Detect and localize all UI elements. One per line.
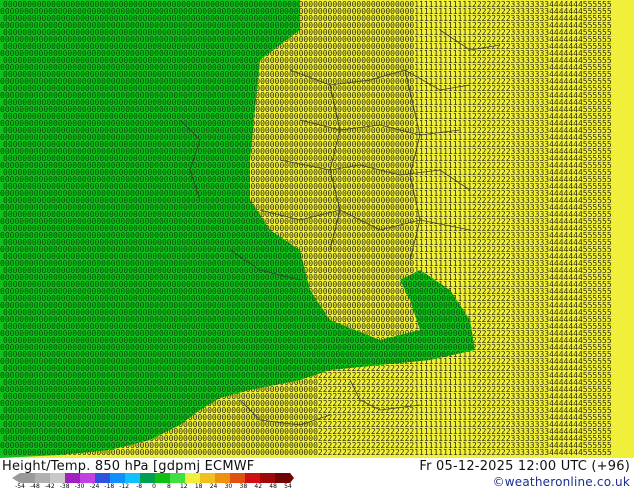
colorbar-swatch: [20, 473, 36, 483]
colorbar-swatch: [245, 473, 261, 483]
colorbar-swatch: [215, 473, 231, 483]
colorbar-tick-label: 0: [152, 483, 156, 490]
colorbar-tick-label: 24: [209, 483, 218, 490]
credit-link[interactable]: ©weatheronline.co.uk: [493, 475, 630, 489]
colorbar-tick-label: 42: [254, 483, 263, 490]
colorbar-tick-label: -30: [74, 483, 85, 490]
valid-time-label: Fr 05-12-2025 12:00 UTC (+96): [419, 459, 630, 474]
colorbar-swatch: [65, 473, 81, 483]
colorbar-swatch: [80, 473, 96, 483]
colorbar-tick-label: -24: [89, 483, 100, 490]
colorbar-tick-label: -42: [44, 483, 55, 490]
colorbar-tick-label: 18: [194, 483, 203, 490]
colorbar-legend: [12, 473, 294, 483]
colorbar-tick-label: 8: [166, 483, 171, 490]
colorbar-swatch: [50, 473, 66, 483]
colorbar-swatch: [185, 473, 201, 483]
colorbar-tick-label: -38: [59, 483, 70, 490]
colorbar-swatch: [155, 473, 171, 483]
weather-map-view: 0000000000000000000000000000000000000000…: [0, 0, 634, 490]
temperature-map: 0000000000000000000000000000000000000000…: [0, 0, 634, 458]
colorbar-tick-label: -18: [104, 483, 115, 490]
colorbar-swatch: [95, 473, 111, 483]
colorbar-tick-label: 30: [224, 483, 233, 490]
colorbar-arrow-left: [12, 473, 20, 483]
colorbar-tick-label: 12: [179, 483, 188, 490]
colorbar-swatch: [230, 473, 246, 483]
colorbar-tick-label: 48: [269, 483, 277, 490]
colorbar-swatch: [275, 473, 291, 483]
colorbar-swatch: [110, 473, 126, 483]
colorbar-swatch: [140, 473, 156, 483]
colorbar-tick-label: 38: [239, 483, 248, 490]
colorbar-tick-label: -12: [119, 483, 130, 490]
colorbar-tick-label: -54: [15, 483, 25, 490]
colorbar-swatch: [170, 473, 186, 483]
product-label: Height/Temp. 850 hPa [gdpmj ECMWF: [2, 459, 255, 474]
colorbar-tick-label: -48: [29, 483, 40, 490]
map-footer: Height/Temp. 850 hPa [gdpmj ECMWF Fr 05-…: [0, 458, 634, 490]
colorbar-tick-label: -8: [136, 483, 143, 490]
colorbar-swatch: [200, 473, 216, 483]
colorbar-swatch: [35, 473, 51, 483]
colorbar-swatch: [125, 473, 141, 483]
colorbar-swatch: [260, 473, 276, 483]
colorbar-arrow-right: [290, 473, 294, 483]
colorbar-tick-label: 54: [284, 483, 292, 490]
